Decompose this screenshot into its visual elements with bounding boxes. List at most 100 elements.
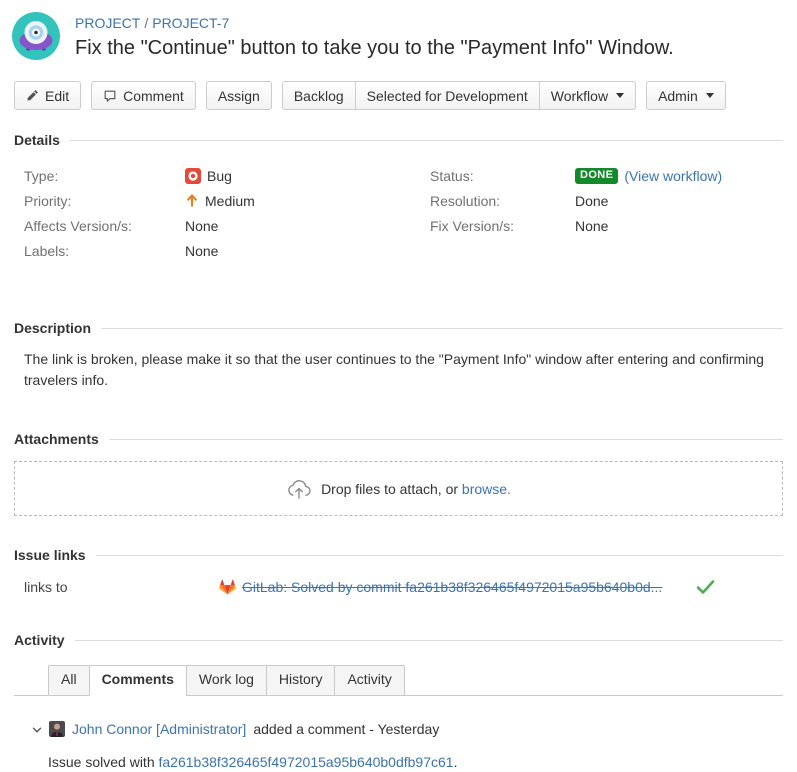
tab-history[interactable]: History [266, 665, 336, 696]
details-heading: Details [14, 132, 783, 148]
tab-work-log[interactable]: Work log [186, 665, 267, 696]
issue-links-heading: Issue links [14, 547, 783, 563]
priority-label: Priority: [24, 193, 185, 209]
gitlab-icon [219, 579, 236, 595]
description-section: Description The link is broken, please m… [14, 320, 783, 391]
activity-section: Activity All Comments Work log History A… [14, 632, 783, 696]
issue-links-section: Issue links links to GitLab: Solved by c… [14, 547, 783, 595]
project-avatar [12, 12, 60, 60]
affects-version-value: None [185, 218, 218, 234]
assign-button[interactable]: Assign [206, 81, 272, 110]
description-heading-label: Description [14, 320, 91, 336]
comment-button-label: Comment [123, 88, 184, 104]
priority-medium-icon [185, 193, 199, 208]
edit-button[interactable]: Edit [14, 81, 81, 110]
attachment-dropzone[interactable]: Drop files to attach, or browse. [14, 461, 783, 516]
resolution-label: Resolution: [430, 193, 575, 209]
comment-text-suffix: . [454, 754, 458, 770]
activity-tabs: All Comments Work log History Activity [14, 665, 783, 696]
fix-version-value: None [575, 218, 608, 234]
field-resolution: Resolution: Done [430, 188, 783, 213]
type-label: Type: [24, 168, 185, 184]
admin-dropdown-button[interactable]: Admin [646, 81, 726, 110]
user-avatar [49, 721, 65, 737]
heading-rule [70, 140, 783, 141]
comment-action-text: added a comment - Yesterday [253, 721, 439, 737]
activity-heading-label: Activity [14, 632, 65, 648]
issue-links-heading-label: Issue links [14, 547, 86, 563]
heading-rule [101, 328, 783, 329]
priority-value: Medium [205, 193, 255, 209]
pencil-icon [26, 89, 39, 102]
field-affects-version: Affects Version/s: None [24, 213, 430, 238]
green-check-icon [696, 579, 715, 595]
heading-rule [96, 555, 783, 556]
comment-item: John Connor [Administrator] added a comm… [32, 721, 783, 772]
workflow-button-label: Workflow [551, 88, 608, 104]
tab-comments[interactable]: Comments [89, 665, 187, 696]
selected-for-development-button[interactable]: Selected for Development [355, 81, 540, 110]
type-value: Bug [207, 168, 232, 184]
labels-value: None [185, 243, 218, 259]
commit-hash-link[interactable]: fa261b38f326465f4972015a95b640b0dfb97c61 [159, 754, 454, 770]
workflow-button-group: Backlog Selected for Development Workflo… [282, 81, 636, 110]
field-type: Type: Bug [24, 163, 430, 188]
field-fix-version: Fix Version/s: None [430, 213, 783, 238]
link-relation-label: links to [24, 579, 219, 595]
status-badge: DONE [575, 168, 618, 184]
comment-bubble-icon [103, 89, 117, 103]
browse-link[interactable]: browse. [462, 481, 511, 497]
description-heading: Description [14, 320, 783, 336]
labels-label: Labels: [24, 243, 185, 259]
bug-icon [185, 168, 201, 184]
heading-rule [75, 640, 783, 641]
resolution-value: Done [575, 193, 608, 209]
field-status: Status: DONE (View workflow) [430, 163, 783, 188]
attachments-heading: Attachments [14, 431, 783, 447]
comment-body: Issue solved with fa261b38f326465f497201… [48, 752, 783, 772]
status-label: Status: [430, 168, 575, 184]
edit-button-label: Edit [45, 88, 69, 104]
dropzone-text: Drop files to attach, or browse. [321, 481, 511, 497]
breadcrumb: PROJECT/PROJECT-7 [75, 12, 674, 32]
issue-header: PROJECT/PROJECT-7 Fix the "Continue" but… [0, 0, 797, 60]
title-block: PROJECT/PROJECT-7 Fix the "Continue" but… [75, 12, 674, 60]
selected-for-development-label: Selected for Development [367, 88, 528, 104]
details-right-column: Status: DONE (View workflow) Resolution:… [430, 163, 783, 263]
description-text: The link is broken, please make it so th… [24, 349, 783, 391]
comment-author-link[interactable]: John Connor [Administrator] [72, 721, 246, 737]
details-left-column: Type: Bug Priority: Medium Aff [24, 163, 430, 263]
activity-heading: Activity [14, 632, 783, 648]
comment-header: John Connor [Administrator] added a comm… [32, 721, 783, 737]
caret-down-icon [706, 93, 714, 98]
issue-toolbar: Edit Comment Assign Backlog Selected for… [14, 81, 783, 110]
gitlab-commit-link[interactable]: GitLab: Solved by commit fa261b38f326465… [242, 579, 662, 595]
heading-rule [109, 439, 783, 440]
attachments-heading-label: Attachments [14, 431, 99, 447]
attachments-section: Attachments Drop files to attach, or bro… [14, 431, 783, 516]
breadcrumb-separator: / [144, 15, 148, 31]
cloud-upload-icon [286, 478, 312, 500]
affects-version-label: Affects Version/s: [24, 218, 185, 234]
comment-text: Issue solved with [48, 754, 159, 770]
assign-button-label: Assign [218, 88, 260, 104]
page-title: Fix the "Continue" button to take you to… [75, 37, 674, 60]
chevron-down-icon[interactable] [32, 724, 42, 734]
workflow-dropdown-button[interactable]: Workflow [539, 81, 636, 110]
issue-link-row: links to GitLab: Solved by commit fa261b… [14, 579, 783, 595]
breadcrumb-project-link[interactable]: PROJECT [75, 15, 140, 31]
view-workflow-link[interactable]: (View workflow) [624, 168, 722, 184]
comment-button[interactable]: Comment [91, 81, 196, 110]
field-labels: Labels: None [24, 238, 430, 263]
backlog-button[interactable]: Backlog [282, 81, 356, 110]
breadcrumb-issue-link[interactable]: PROJECT-7 [152, 15, 229, 31]
alien-ufo-avatar-icon [12, 12, 60, 60]
tab-all[interactable]: All [48, 665, 90, 696]
details-section: Details Type: Bug Priority: Me [14, 132, 783, 263]
details-heading-label: Details [14, 132, 60, 148]
tab-activity[interactable]: Activity [334, 665, 404, 696]
field-priority: Priority: Medium [24, 188, 430, 213]
backlog-button-label: Backlog [294, 88, 344, 104]
caret-down-icon [616, 93, 624, 98]
fix-version-label: Fix Version/s: [430, 218, 575, 234]
